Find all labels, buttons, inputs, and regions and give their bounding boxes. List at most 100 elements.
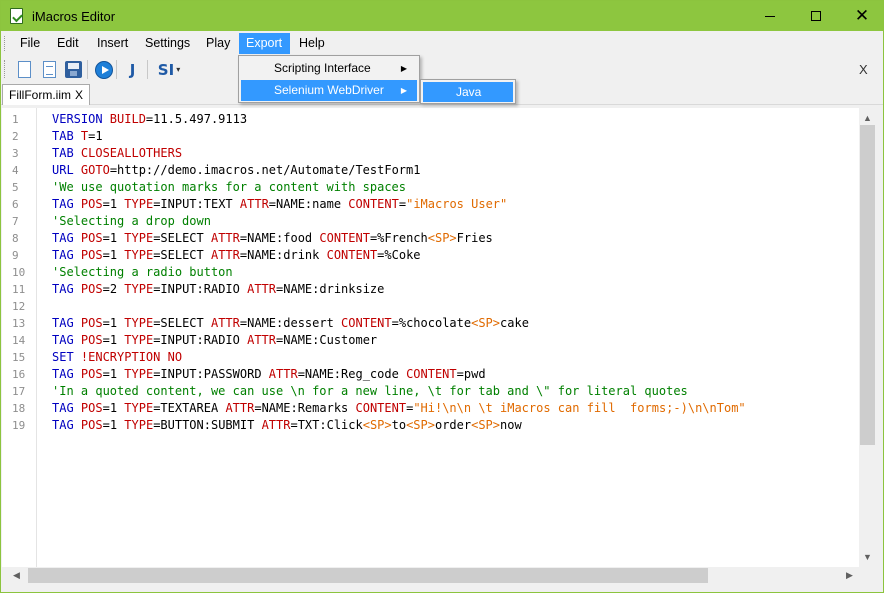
menu-help[interactable]: Help [292,33,332,54]
maximize-button[interactable] [793,1,839,31]
code-token: =%Coke [377,248,421,262]
code-token: TAG [52,367,81,381]
code-token: = [398,197,407,211]
code-token: <SP> [427,231,457,245]
code-editor[interactable]: 1 2 3 4 5 6 7 8 9 10 11 12 13 14 15 16 17 18 19 VERSION BU… [2,108,859,567]
toolbar-separator [87,60,88,79]
code-line: VERSION BUILD=11.5.497.9113 [52,112,247,126]
close-window-button[interactable]: ✕ [839,1,884,31]
toolbar-separator [147,60,148,79]
menu-export[interactable]: Export [239,33,290,54]
code-token: CONTENT [326,248,378,262]
code-token: POS [80,401,103,415]
code-token: TYPE [124,333,154,347]
code-line: TAG POS=1 TYPE=TEXTAREA ATTR=NAME:Remark… [52,401,746,415]
scroll-up-arrow-icon[interactable]: ▲ [863,113,872,123]
code-token: GOTO [80,163,110,177]
scroll-right-arrow-icon[interactable]: ▶ [846,570,853,581]
code-token: =http://demo.imacros.net/Automate/TestFo… [109,163,421,177]
close-panel-button[interactable]: X [859,62,868,77]
code-line: 'We use quotation marks for a content wi… [52,180,406,194]
new-macro-button[interactable] [13,58,36,81]
code-token: POS [80,367,103,381]
open-macro-button[interactable] [38,58,61,81]
line-number: 4 [12,164,19,177]
line-number: 19 [12,419,26,432]
code-token: to [391,418,407,432]
code-line: TAG POS=1 TYPE=INPUT:RADIO ATTR=NAME:Cus… [52,333,377,347]
line-number: 16 [12,368,26,381]
code-token: 'In a quoted content, we can use \n for … [52,384,688,398]
code-token: =%French [369,231,428,245]
selenium-submenu: Java [420,79,516,104]
minimize-button[interactable] [747,1,793,31]
menu-settings[interactable]: Settings [138,33,197,54]
code-token: TAG [52,333,81,347]
menu-file[interactable]: File [13,33,47,54]
menu-item-scripting-interface[interactable]: Scripting Interface ▶ [241,58,417,79]
code-token: 'We use quotation marks for a content wi… [52,180,407,194]
code-token: TYPE [124,418,154,432]
code-token: TAB [52,129,81,143]
code-token: =1 [102,248,125,262]
save-button[interactable] [62,58,85,81]
code-token: ATTR [210,231,240,245]
line-number: 10 [12,266,26,279]
code-token: POS [80,282,103,296]
code-token: <SP> [471,418,501,432]
menu-play[interactable]: Play [199,33,237,54]
menu-item-label: Scripting Interface [274,61,371,75]
code-token: ATTR [225,401,255,415]
code-token: =1 [102,197,125,211]
si-dropdown-button[interactable]: SI ▾ [152,58,186,81]
code-token: <SP> [471,316,501,330]
code-token: CONTENT [319,231,370,245]
vertical-scrollbar[interactable]: ▲ ▼ [859,108,876,567]
horizontal-scroll-thumb[interactable] [28,568,708,583]
menu-item-java[interactable]: Java [423,82,513,102]
code-line: TAG POS=1 TYPE=INPUT:TEXT ATTR=NAME:name… [52,197,507,211]
line-number: 14 [12,334,26,347]
tab-fillform[interactable]: FillForm.iim X [2,84,91,105]
scroll-down-arrow-icon[interactable]: ▼ [863,552,872,562]
code-token: TYPE [124,197,154,211]
code-token: ATTR [261,418,291,432]
play-macro-button[interactable] [92,58,115,81]
code-token: =NAME:Customer [276,333,378,347]
line-number: 1 [12,113,19,126]
menu-insert[interactable]: Insert [90,33,135,54]
java-button[interactable]: J [121,58,144,81]
line-number-gutter: 1 2 3 4 5 6 7 8 9 10 11 12 13 14 15 16 17 18 19 [2,108,37,567]
code-token: POS [80,231,103,245]
si-icon: SI [157,60,175,79]
imacros-app-icon [10,8,23,24]
code-token: =TEXTAREA [153,401,226,415]
new-document-icon [18,61,31,78]
code-token: TYPE [124,367,154,381]
tab-label: FillForm.iim [9,88,71,102]
menu-item-selenium-webdriver[interactable]: Selenium WebDriver ▶ [241,80,417,101]
menu-edit[interactable]: Edit [50,33,86,54]
code-line: TAB T=1 [52,129,103,143]
export-dropdown-menu: Scripting Interface ▶ Selenium WebDriver… [238,55,420,103]
line-number: 5 [12,181,19,194]
line-number: 3 [12,147,19,160]
horizontal-scrollbar[interactable]: ◀ ▶ [2,567,859,584]
tab-close-button[interactable]: X [75,88,83,102]
code-token: <SP> [362,418,392,432]
java-icon: J [129,60,136,79]
code-token: ATTR [247,333,277,347]
code-line: TAB CLOSEALLOTHERS [52,146,182,160]
code-token: =SELECT [153,231,211,245]
toolbar-grip [4,60,6,78]
code-token: =1 [102,401,125,415]
close-icon: ✕ [854,5,870,26]
code-line: 'Selecting a radio button [52,265,233,279]
line-number: 9 [12,249,19,262]
line-number: 12 [12,300,26,313]
vertical-scroll-thumb[interactable] [860,125,875,445]
code-token: ATTR [247,282,277,296]
toolbar-separator [116,60,117,79]
scroll-left-arrow-icon[interactable]: ◀ [13,570,20,581]
code-token: cake [500,316,529,330]
